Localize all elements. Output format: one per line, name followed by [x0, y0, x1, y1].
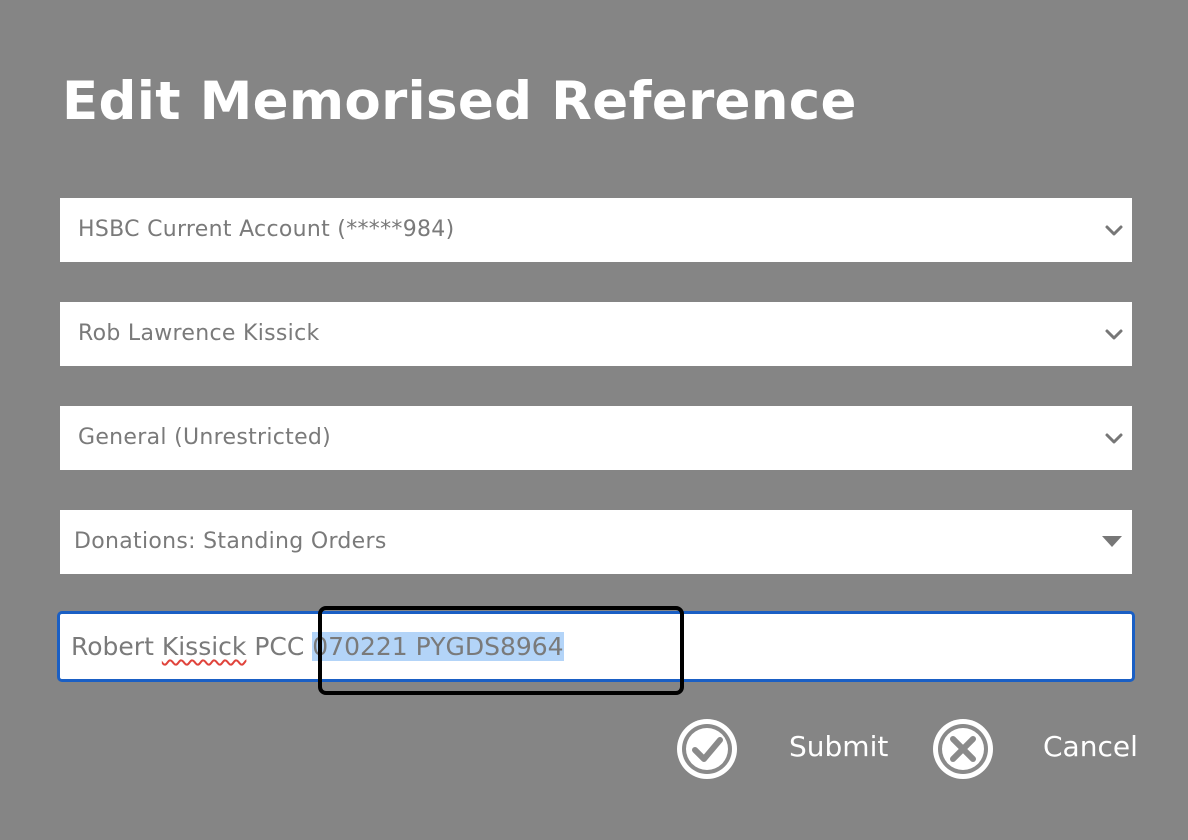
cancel-label: Cancel: [1043, 730, 1138, 763]
submit-button[interactable]: Submit: [675, 717, 889, 781]
category-select-value: Donations: Standing Orders: [74, 529, 387, 554]
submit-label: Submit: [789, 730, 889, 763]
fund-select[interactable]: General (Unrestricted): [60, 406, 1132, 470]
cancel-button[interactable]: Cancel: [931, 717, 1138, 781]
chevron-down-icon: [1105, 225, 1123, 236]
account-select-value: HSBC Current Account (*****984): [78, 217, 455, 242]
account-select[interactable]: HSBC Current Account (*****984): [60, 198, 1132, 262]
caret-down-icon: [1102, 536, 1122, 547]
payee-select-value: Rob Lawrence Kissick: [78, 321, 320, 346]
page-title: Edit Memorised Reference: [62, 71, 857, 132]
chevron-down-icon: [1105, 329, 1123, 340]
fund-select-value: General (Unrestricted): [78, 425, 332, 450]
x-circle-icon: [933, 719, 993, 779]
reference-prefix: Robert: [71, 632, 162, 661]
reference-middle: PCC: [246, 632, 313, 661]
misspelled-word: Kissick: [161, 632, 247, 661]
check-circle-icon: [677, 719, 737, 779]
category-select[interactable]: Donations: Standing Orders: [60, 510, 1132, 574]
annotation-highlight-box: [318, 606, 684, 695]
chevron-down-icon: [1105, 433, 1123, 444]
payee-select[interactable]: Rob Lawrence Kissick: [60, 302, 1132, 366]
